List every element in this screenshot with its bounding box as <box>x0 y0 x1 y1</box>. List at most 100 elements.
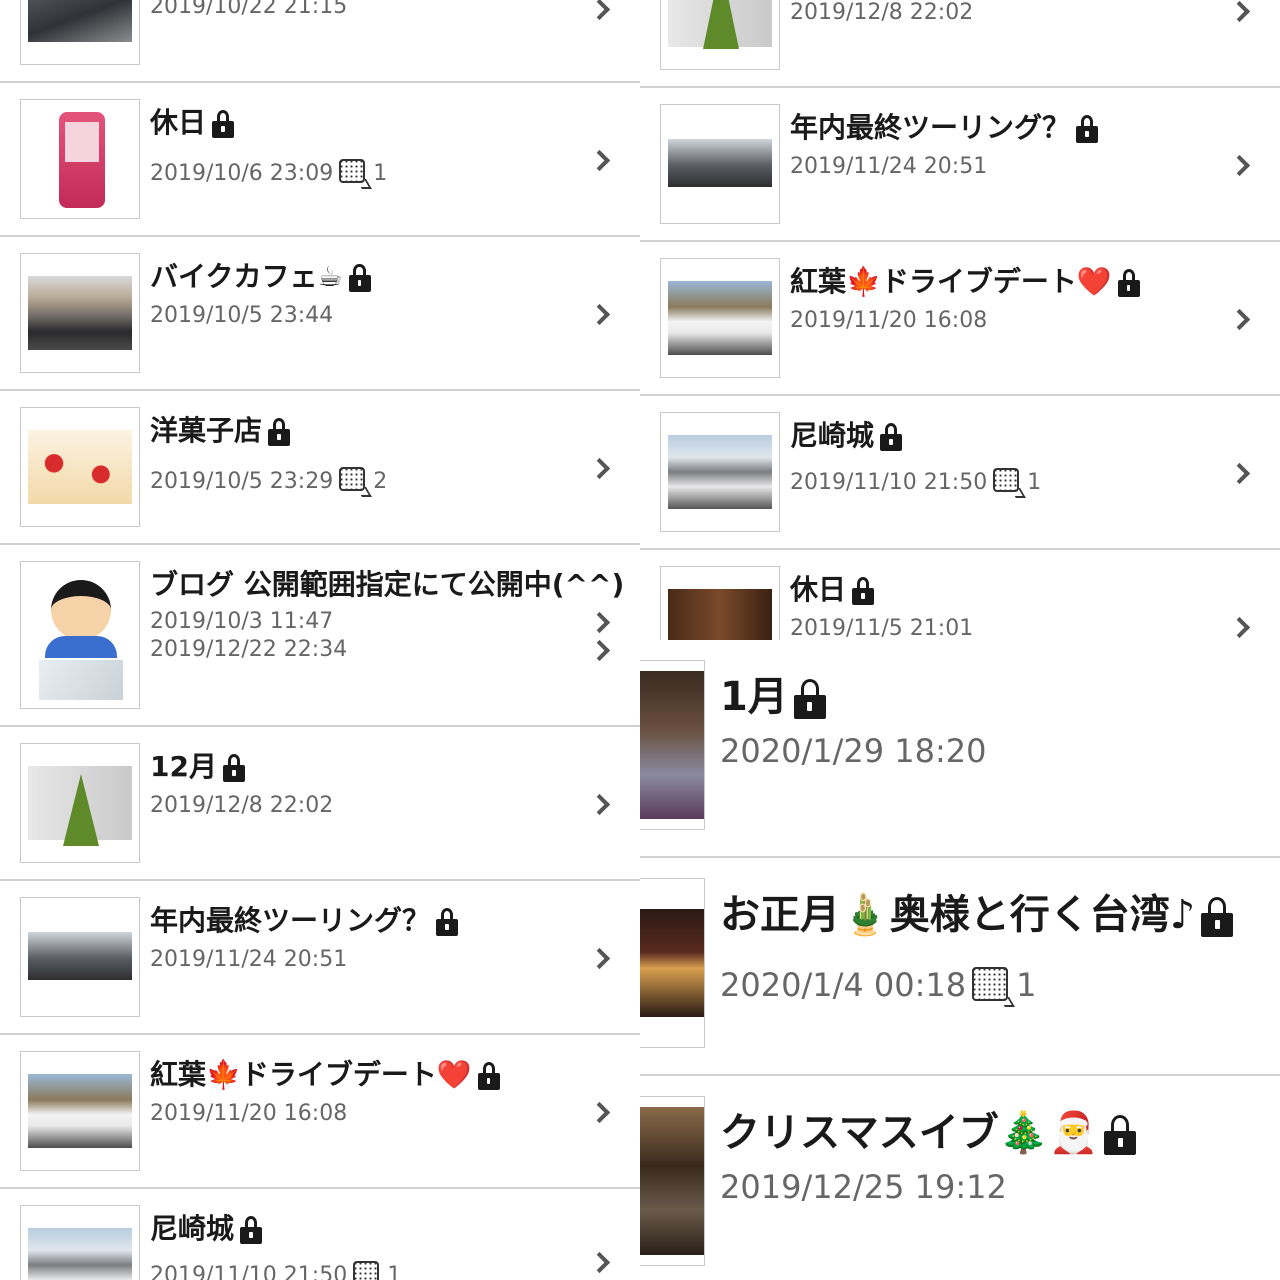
entry-row[interactable]: 12月 2019/12/8 22:02 <box>0 727 640 881</box>
entry-date: 2020/1/29 18:20 <box>720 732 987 770</box>
entry-row[interactable]: 休日 2019/11/5 21:01 <box>640 550 1280 640</box>
entry-title: 1月 <box>720 664 826 722</box>
entry-row[interactable]: 休日 2019/10/6 23:09 1 <box>0 83 640 237</box>
comment-icon <box>972 967 1015 1007</box>
entry-thumbnail <box>660 566 780 640</box>
entry-title: バイクカフェ☕ <box>150 255 371 295</box>
entry-row[interactable]: お正月🎍奥様と行く台湾♪ 2020/1/4 00:18 1 <box>640 858 1280 1076</box>
entry-row[interactable]: 年内最終ツーリング？ 2019/11/24 20:51 <box>640 88 1280 242</box>
entry-row[interactable]: 年内最終ツーリング？ 2019/11/24 20:51 <box>0 881 640 1035</box>
chevron-right-icon <box>588 1251 611 1274</box>
lock-icon <box>852 577 875 605</box>
entry-date: 2019/11/20 16:08 <box>790 308 988 333</box>
entry-title: 洋菓子店 <box>150 409 291 449</box>
entry-title: 紅葉🍁ドライブデート❤️ <box>790 260 1140 300</box>
entry-date: 2019/10/5 23:44 <box>150 303 334 328</box>
entry-row[interactable]: 尼崎城 2019/11/10 21:50 1 <box>0 1189 640 1280</box>
entry-row[interactable]: バイクカフェ☕ 2019/10/5 23:44 <box>0 237 640 391</box>
entry-row[interactable]: 紅葉🍁ドライブデート❤️ 2019/11/20 16:08 <box>0 1035 640 1189</box>
entry-date: 2019/10/22 21:15 <box>150 0 348 19</box>
entry-date: 2019/10/5 23:29 2 <box>150 467 387 497</box>
entry-thumbnail <box>660 0 780 70</box>
entry-title: 尼崎城 <box>150 1207 263 1247</box>
left-entry-list: 2019/10/22 21:15 休日 2019/10/6 23:09 1 バイク… <box>0 0 640 1280</box>
lock-icon <box>212 110 235 138</box>
lock-icon <box>1201 897 1234 937</box>
entry-title: 紅葉🍁ドライブデート❤️ <box>150 1053 500 1093</box>
lock-icon <box>240 1216 263 1244</box>
comment-count: 1 <box>387 1263 402 1280</box>
entry-row[interactable]: ブログ 公開範囲指定にて公開中(^^) 2019/10/3 11:47 2019… <box>0 545 640 727</box>
entry-date: 2019/11/24 20:51 <box>150 947 348 972</box>
comment-count: 2 <box>373 469 388 494</box>
lock-icon <box>1104 1115 1137 1155</box>
comment-icon <box>993 468 1027 498</box>
entry-thumbnail <box>20 1051 140 1171</box>
comment-icon <box>339 159 373 189</box>
entry-thumbnail <box>20 99 140 219</box>
entry-title: 年内最終ツーリング？ <box>150 899 459 939</box>
chevron-right-icon <box>1228 616 1251 639</box>
chevron-right-icon <box>588 947 611 970</box>
entry-date: 2019/12/8 22:02 <box>790 0 974 25</box>
entry-title: ブログ 公開範囲指定にて公開中(^^) <box>150 568 625 601</box>
entry-row[interactable]: 洋菓子店 2019/10/5 23:29 2 <box>0 391 640 545</box>
lock-icon <box>268 418 291 446</box>
entry-date: 2019/11/10 21:50 1 <box>150 1261 401 1280</box>
comment-icon <box>353 1261 383 1280</box>
entry-thumbnail <box>20 897 140 1017</box>
entry-thumbnail <box>20 1205 140 1280</box>
entry-date: 2019/11/24 20:51 <box>790 154 988 179</box>
comment-count: 1 <box>1016 966 1037 1004</box>
chevron-right-icon <box>588 639 611 662</box>
entry-thumbnail <box>640 878 705 1048</box>
entry-date: 2019/12/25 19:12 <box>720 1168 1007 1206</box>
entry-thumbnail <box>20 561 140 709</box>
chevron-right-icon <box>1228 462 1251 485</box>
chevron-right-icon <box>588 457 611 480</box>
chevron-right-icon <box>588 611 611 634</box>
comment-count: 1 <box>373 161 388 186</box>
entry-title: 休日 <box>790 568 875 608</box>
entry-row[interactable]: 2019/12/8 22:02 <box>640 0 1280 88</box>
right-top-entry-list: 2019/12/8 22:02 年内最終ツーリング？ 2019/11/24 20… <box>640 0 1280 640</box>
entry-thumbnail <box>660 412 780 532</box>
entry-row[interactable]: 紅葉🍁ドライブデート❤️ 2019/11/20 16:08 <box>640 242 1280 396</box>
lock-icon <box>1117 269 1140 297</box>
lock-icon <box>477 1062 500 1090</box>
entry-date: 2020/1/4 00:18 1 <box>720 966 1036 1007</box>
chevron-right-icon <box>1228 154 1251 177</box>
entry-date: 2019/11/5 21:01 <box>790 616 974 640</box>
chevron-right-icon <box>588 1101 611 1124</box>
entry-thumbnail <box>20 253 140 373</box>
chevron-right-icon <box>588 303 611 326</box>
entry-row[interactable]: 尼崎城 2019/11/10 21:50 1 <box>640 396 1280 550</box>
lock-icon <box>1076 115 1099 143</box>
chevron-right-icon <box>588 149 611 172</box>
entry-date: 2019/12/8 22:02 <box>150 793 334 818</box>
entry-thumbnail <box>640 660 705 830</box>
comment-icon <box>339 467 373 497</box>
entry-title: 尼崎城 <box>790 414 903 454</box>
lock-icon <box>880 423 903 451</box>
lock-icon <box>436 908 459 936</box>
lock-icon <box>222 754 245 782</box>
entry-date: 2019/11/10 21:50 1 <box>790 468 1041 498</box>
entry-thumbnail <box>660 104 780 224</box>
entry-title: 休日 <box>150 101 235 141</box>
entry-date: 2019/10/3 11:47 <box>150 609 334 634</box>
entry-row[interactable]: 2019/10/22 21:15 <box>0 0 640 83</box>
entry-date: 2019/11/20 16:08 <box>150 1101 348 1126</box>
entry-thumbnail <box>20 0 140 65</box>
right-bottom-entry-list: 1月 2020/1/29 18:20 お正月🎍奥様と行く台湾♪ 2020/1/4… <box>640 640 1280 1280</box>
entry-thumbnail <box>20 743 140 863</box>
entry-thumbnail <box>660 258 780 378</box>
entry-title: お正月🎍奥様と行く台湾♪ <box>720 882 1234 940</box>
chevron-right-icon <box>1228 308 1251 331</box>
lock-icon <box>348 264 371 292</box>
entry-date-secondary: 2019/12/22 22:34 <box>150 637 348 662</box>
entry-row[interactable]: 1月 2020/1/29 18:20 <box>640 640 1280 858</box>
entry-date: 2019/10/6 23:09 1 <box>150 159 387 189</box>
chevron-right-icon <box>1228 0 1251 23</box>
entry-row[interactable]: クリスマスイブ🎄🎅 2019/12/25 19:12 <box>640 1076 1280 1280</box>
